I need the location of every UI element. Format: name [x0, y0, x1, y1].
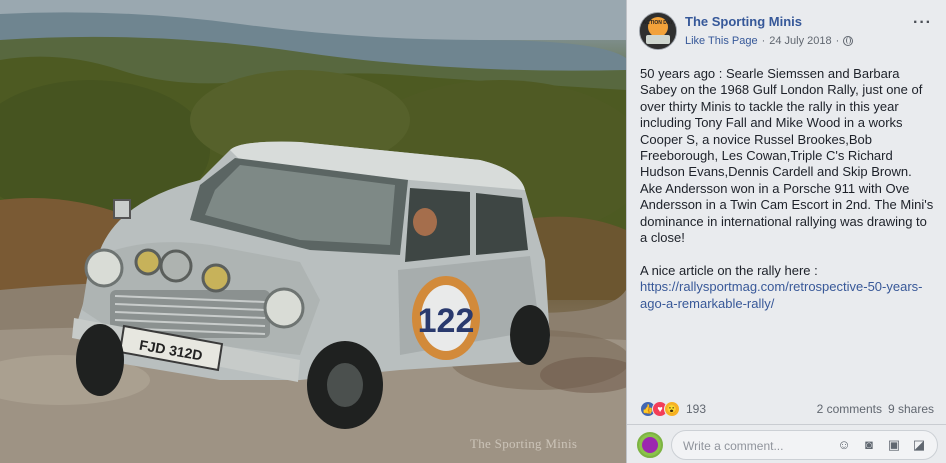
race-number: 122: [418, 302, 475, 340]
shares-count-link[interactable]: 9 shares: [888, 402, 934, 416]
reactions-summary[interactable]: 👍 ♥ 😮 193: [640, 401, 706, 417]
post-side-panel: ACTION DAY The Sporting Minis Like This …: [626, 0, 946, 463]
page-name-link[interactable]: The Sporting Minis: [685, 14, 802, 29]
gif-icon[interactable]: ▣: [886, 437, 902, 453]
emoji-icon[interactable]: ☺: [836, 437, 852, 453]
post-meta: Like This Page · 24 July 2018 ·: [685, 35, 854, 47]
meta-separator: ·: [835, 35, 840, 47]
more-options-button[interactable]: ···: [913, 14, 932, 32]
camera-icon[interactable]: ◙: [861, 437, 877, 453]
post-link[interactable]: https://rallysportmag.com/retrospective-…: [640, 279, 936, 312]
sticker-icon[interactable]: ◪: [911, 437, 927, 453]
post-date[interactable]: 24 July 2018: [769, 35, 831, 47]
comment-placeholder: Write a comment...: [683, 439, 784, 453]
globe-icon: [843, 36, 854, 46]
composer-icons: ☺ ◙ ▣ ◪: [836, 437, 927, 453]
page-logo: ACTION DAY: [640, 13, 676, 49]
comment-input[interactable]: Write a comment... ☺ ◙ ▣ ◪: [671, 430, 938, 460]
post-body: 50 years ago : Searle Siemssen and Barba…: [640, 66, 936, 312]
divider: [627, 424, 946, 425]
wow-reaction-icon: 😮: [664, 401, 680, 417]
avatar-badge-text: ACTION DAY: [643, 20, 674, 26]
comment-composer: Write a comment... ☺ ◙ ▣ ◪: [637, 430, 938, 460]
user-avatar: [637, 432, 663, 458]
post-stats: 👍 ♥ 😮 193 2 comments 9 shares: [640, 400, 934, 418]
meta-separator: ·: [761, 35, 766, 47]
comments-count-link[interactable]: 2 comments: [817, 402, 882, 416]
post-header: ACTION DAY The Sporting Minis Like This …: [639, 12, 936, 52]
page-avatar[interactable]: ACTION DAY: [639, 12, 677, 50]
post-text: 50 years ago : Searle Siemssen and Barba…: [640, 66, 934, 278]
post-photo[interactable]: 122 FJD 312D The Sporting Minis: [0, 0, 626, 463]
photo-watermark: The Sporting Minis: [470, 436, 578, 451]
rally-car-photo: 122 FJD 312D: [0, 0, 626, 463]
engagement-counts: 2 comments 9 shares: [817, 402, 934, 416]
like-page-link[interactable]: Like This Page: [685, 35, 758, 47]
reaction-count: 193: [686, 402, 707, 416]
photo-viewer: 122 FJD 312D The Sporting Minis ACTION D…: [0, 0, 946, 463]
